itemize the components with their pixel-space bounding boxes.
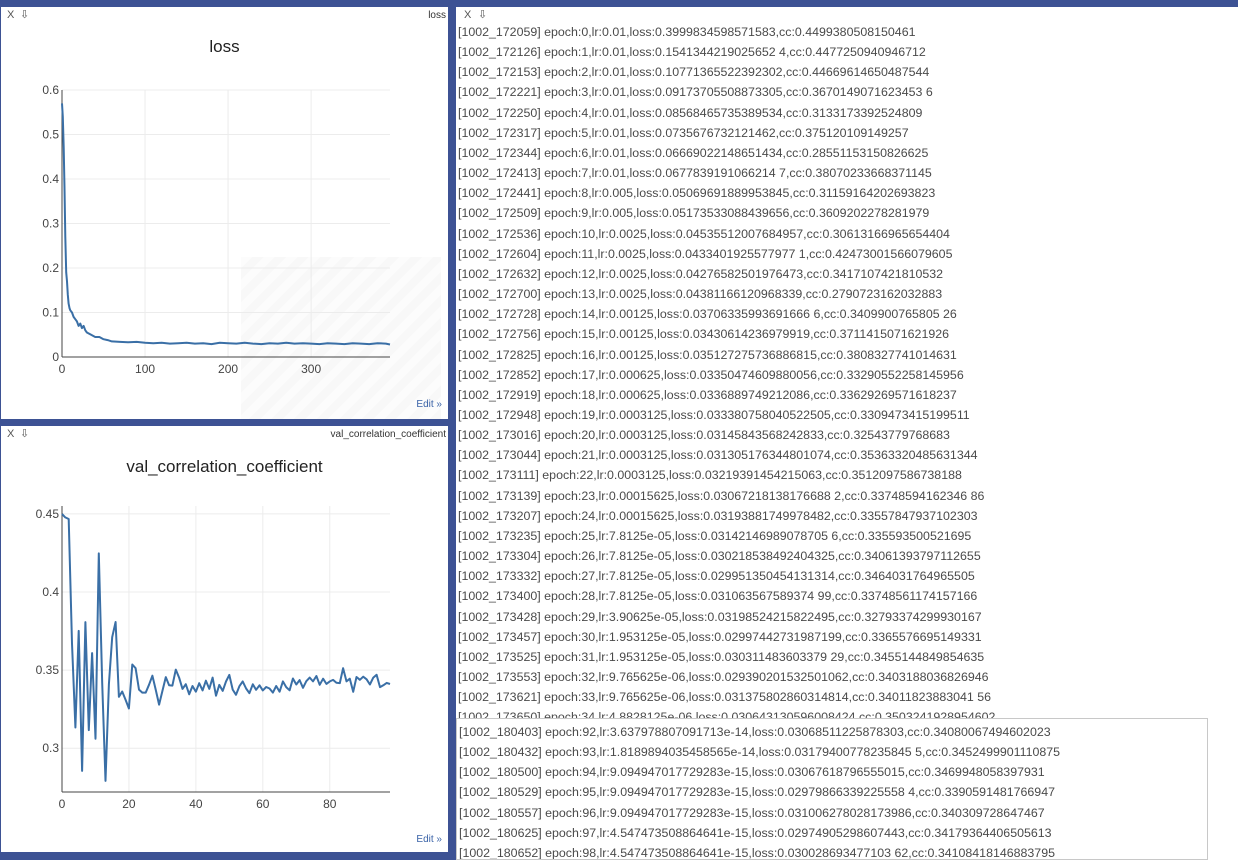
log-line: [1002_172441] epoch:8,lr:0.005,loss:0.05… — [458, 186, 936, 201]
x-tick-label: 20 — [122, 797, 136, 811]
x-tick-label: 40 — [189, 797, 203, 811]
log-line: [1002_173139] epoch:23,lr:0.00015625,los… — [458, 488, 985, 503]
log-line: [1002_172221] epoch:3,lr:0.01,loss:0.091… — [458, 85, 933, 100]
x-tick-label: 300 — [301, 362, 321, 376]
log-line: [1002_172604] epoch:11,lr:0.0025,loss:0.… — [458, 246, 953, 261]
log-line: [1002_173332] epoch:27,lr:7.8125e-05,los… — [458, 569, 975, 584]
log-line: [1002_180403] epoch:92,lr:3.637978807091… — [459, 725, 1051, 739]
series-line — [61, 513, 391, 782]
log-line: [1002_172728] epoch:14,lr:0.00125,loss:0… — [458, 307, 957, 322]
log-line: [1002_172700] epoch:13,lr:0.0025,loss:0.… — [458, 287, 943, 302]
log-line: [1002_172317] epoch:5,lr:0.01,loss:0.073… — [458, 125, 909, 140]
log-line: [1002_180432] epoch:93,lr:1.818989403545… — [459, 745, 1061, 760]
loss-plot[interactable]: 00.10.20.30.40.50.60 100 200 300 — [1, 7, 448, 419]
log-line: [1002_180625] epoch:97,lr:4.547473508864… — [459, 825, 1052, 840]
log-line: [1002_173457] epoch:30,lr:1.953125e-05,l… — [458, 629, 982, 644]
log-line: [1002_172344] epoch:6,lr:0.01,loss:0.066… — [458, 145, 929, 160]
log-line: [1002_173235] epoch:25,lr:7.8125e-05,los… — [458, 528, 972, 543]
cc-chart-pane: X ⇩ val_correlation_coefficient val_corr… — [1, 426, 448, 852]
log-pane-header: X ⇩ — [456, 7, 1238, 22]
log-line: [1002_173016] epoch:20,lr:0.0003125,loss… — [458, 428, 950, 443]
y-tick-label: 0.3 — [42, 741, 59, 755]
y-tick-label: 0.2 — [42, 261, 59, 275]
log-line: [1002_180557] epoch:96,lr:9.094947017729… — [459, 805, 1045, 820]
y-tick-label: 0.6 — [42, 83, 59, 97]
edit-link[interactable]: Edit » — [416, 834, 442, 845]
log-line: [1002_172919] epoch:18,lr:0.000625,loss:… — [458, 387, 957, 402]
log-line: [1002_172852] epoch:17,lr:0.000625,loss:… — [458, 367, 964, 382]
x-tick-label: 0 — [59, 362, 66, 376]
x-tick-label: 80 — [323, 797, 337, 811]
y-tick-label: 0.35 — [36, 663, 60, 677]
log-line: [1002_180652] epoch:98,lr:4.547473508864… — [459, 845, 1055, 860]
log-line: [1002_173111] epoch:22,lr:0.0003125,loss… — [458, 468, 962, 483]
loss-chart-pane: X ⇩ loss loss 0 0.1 0.2 0.3 0.4 0.5 0.6 0 100 200… — [1, 7, 448, 419]
edit-link[interactable]: Edit » — [416, 399, 442, 410]
log-line: [1002_172413] epoch:7,lr:0.01,loss:0.067… — [458, 166, 932, 181]
close-icon[interactable]: X — [464, 9, 471, 21]
log-popup: [1002_180403] epoch:92,lr:3.637978807091… — [456, 718, 1208, 860]
log-line: [1002_172059] epoch:0,lr:0.01,loss:0.399… — [458, 25, 916, 39]
x-tick-label: 200 — [218, 362, 238, 376]
log-line: [1002_173621] epoch:33,lr:9.765625e-06,l… — [458, 690, 992, 705]
x-tick-label: 100 — [135, 362, 155, 376]
log-line: [1002_180500] epoch:94,lr:9.094947017729… — [459, 765, 1045, 780]
y-tick-label: 0.4 — [42, 172, 59, 186]
log-line: [1002_173304] epoch:26,lr:7.8125e-05,los… — [458, 549, 981, 564]
x-tick-label: 60 — [256, 797, 270, 811]
log-line: [1002_172756] epoch:15,lr:0.00125,loss:0… — [458, 327, 950, 342]
log-line: [1002_172632] epoch:12,lr:0.0025,loss:0.… — [458, 266, 944, 281]
log-line: [1002_172536] epoch:10,lr:0.0025,loss:0.… — [458, 226, 950, 241]
x-tick-label: 0 — [59, 797, 66, 811]
log-line: [1002_172153] epoch:2,lr:0.01,loss:0.107… — [458, 65, 930, 80]
log-line: [1002_173400] epoch:28,lr:7.8125e-05,los… — [458, 589, 978, 604]
y-tick-label: 0.1 — [42, 306, 59, 320]
log-line: [1002_173207] epoch:24,lr:0.00015625,los… — [458, 508, 978, 523]
log-line: [1002_173044] epoch:21,lr:0.0003125,loss… — [458, 448, 978, 463]
log-line: [1002_172250] epoch:4,lr:0.01,loss:0.085… — [458, 105, 923, 120]
cc-plot[interactable]: 0.3 0.35 0.4 0.45 0 20 40 60 80 — [1, 426, 448, 852]
y-tick-label: 0.45 — [36, 507, 60, 521]
log-line: [1002_172825] epoch:16,lr:0.00125,loss:0… — [458, 347, 957, 362]
log-line: [1002_172509] epoch:9,lr:0.005,loss:0.05… — [458, 206, 930, 221]
log-line: [1002_173553] epoch:32,lr:9.765625e-06,l… — [458, 670, 989, 684]
y-tick-label: 0.5 — [42, 128, 59, 142]
log-line: [1002_172948] epoch:19,lr:0.0003125,loss… — [458, 407, 970, 422]
log-line: [1002_173428] epoch:29,lr:3.90625e-05,lo… — [458, 609, 982, 624]
pin-icon[interactable]: ⇩ — [478, 8, 487, 21]
log-line: [1002_180529] epoch:95,lr:9.094947017729… — [459, 785, 1055, 800]
log-text: [1002_172059] epoch:0,lr:0.01,loss:0.399… — [456, 22, 1238, 727]
log-line: [1002_172126] epoch:1,lr:0.01,loss:0.154… — [458, 45, 926, 60]
y-tick-label: 0.4 — [42, 585, 59, 599]
log-line: [1002_173525] epoch:31,lr:1.953125e-05,l… — [458, 649, 985, 664]
y-tick-label: 0.3 — [42, 217, 59, 231]
